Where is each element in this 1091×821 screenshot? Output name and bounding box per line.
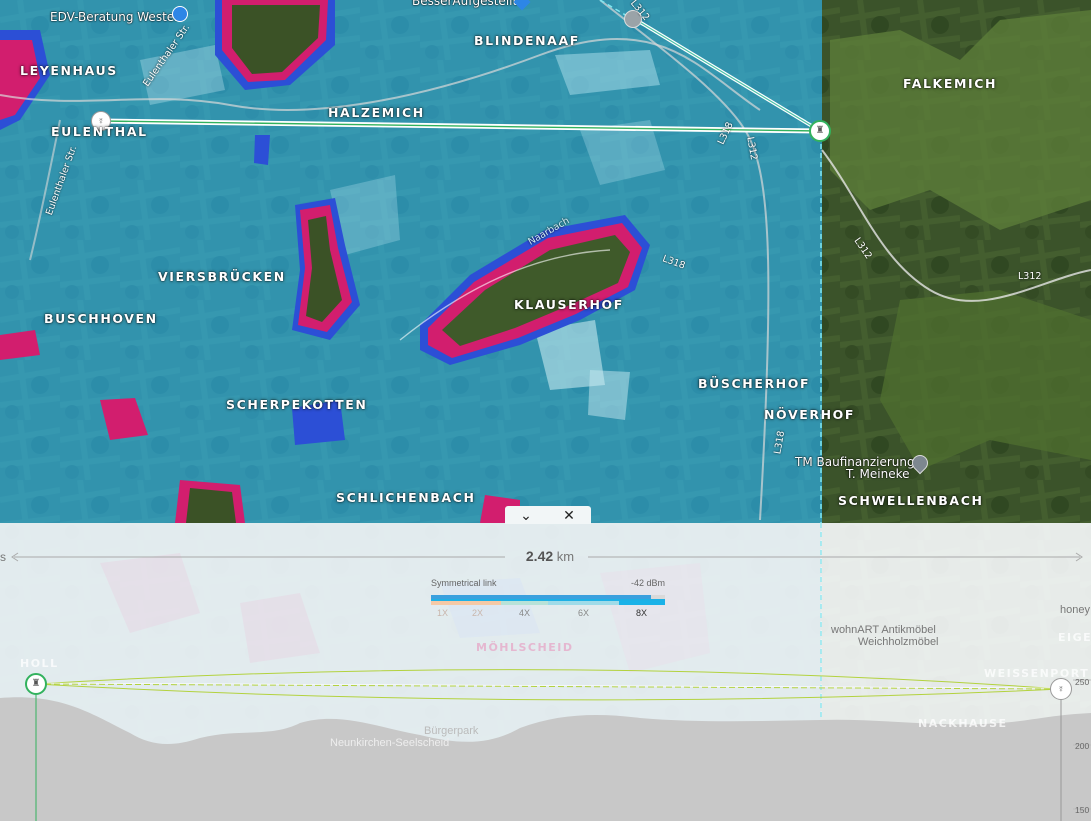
place-label: FALKEMICH: [903, 76, 998, 91]
road-label: L312: [1018, 271, 1042, 282]
background-place-label: HOLL: [20, 657, 59, 670]
legend-title: Symmetrical link: [431, 578, 497, 588]
place-label: VIERSBRÜCKEN: [158, 269, 286, 284]
close-icon[interactable]: ✕: [554, 506, 584, 524]
modulation-label: 1X: [437, 608, 449, 618]
modulation-label: 6X: [578, 608, 590, 618]
place-label: SCHWELLENBACH: [838, 493, 984, 508]
link-distance: 2.42 km: [510, 548, 590, 564]
place-label: BUSCHHOVEN: [44, 311, 158, 326]
background-poi-label: Bürgerpark: [424, 725, 479, 737]
pin-icon[interactable]: [172, 6, 188, 22]
chevron-down-icon[interactable]: ⌄: [511, 506, 541, 524]
background-poi-label: honey: [1060, 604, 1090, 616]
background-place-label: MÖHLSCHEID: [476, 641, 574, 654]
place-label: BLINDENAAF: [474, 33, 580, 48]
altitude-label: 200: [1075, 741, 1090, 751]
place-label: SCHLICHENBACH: [336, 490, 476, 505]
background-place-label: EIGE: [1058, 631, 1091, 644]
place-label: SCHERPEKOTTEN: [226, 397, 368, 412]
place-label: HALZEMICH: [328, 105, 425, 120]
profile-marker-start[interactable]: ♜: [25, 673, 47, 695]
pin-icon[interactable]: [908, 451, 932, 475]
tower-icon: ♜: [31, 678, 41, 689]
place-label: BÜSCHERHOF: [698, 376, 811, 391]
poi-label[interactable]: T. Meineke: [846, 467, 910, 481]
place-label: LEYENHAUS: [20, 63, 118, 78]
distance-unit: km: [556, 549, 575, 564]
distance-value: 2.42: [525, 548, 554, 564]
background-poi-label: Weichholzmöbel: [858, 636, 939, 648]
elevation-profile-panel: [0, 523, 1091, 821]
background-poi-label: Neunkirchen-Seelscheid: [330, 737, 450, 749]
place-label: NÖVERHOF: [764, 407, 856, 422]
altitude-label: 250: [1075, 677, 1090, 687]
left-edge-text: s: [0, 550, 6, 564]
altitude-label: 150: [1075, 805, 1090, 815]
poi-label[interactable]: EDV-Beratung Wester: [50, 10, 179, 24]
profile-marker-end[interactable]: ☿: [1050, 678, 1072, 700]
site-marker-falkemich[interactable]: ♜: [809, 120, 831, 142]
place-label: EULENTHAL: [51, 124, 148, 139]
background-place-label: WEISSENPORT: [984, 667, 1090, 680]
radio-device-icon: ☿: [1057, 683, 1065, 694]
place-label: KLAUSERHOF: [514, 297, 624, 312]
modulation-label: 2X: [472, 608, 484, 618]
poi-label[interactable]: BesserAufgestellt: [412, 0, 517, 8]
background-place-label: NACKHAUSE: [918, 717, 1008, 730]
legend-dbm: -42 dBm: [630, 578, 665, 588]
background-poi-label: wohnART Antikmöbel: [831, 624, 936, 636]
tower-icon: ♜: [815, 125, 825, 136]
modulation-label: 4X: [519, 608, 531, 618]
modulation-label: 8X: [636, 608, 648, 618]
